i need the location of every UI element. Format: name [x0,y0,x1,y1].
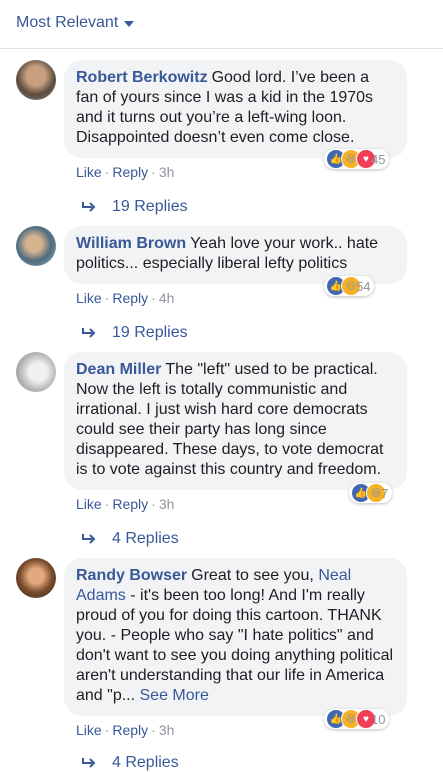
reply-link[interactable]: Reply [112,290,148,306]
sort-label: Most Relevant [16,14,119,31]
reply-arrow-icon [82,328,96,338]
like-link[interactable]: Like [76,290,102,306]
comment-author[interactable]: Randy Bowser [76,567,187,584]
comment-actions: Like · Reply · 3h [76,722,175,738]
reactions-summary[interactable]: 👍 😆 7 [349,483,393,503]
like-link[interactable]: Like [76,722,102,738]
like-link[interactable]: Like [76,496,102,512]
comment-actions: Like · Reply · 3h [76,164,175,180]
reply-link[interactable]: Reply [112,164,148,180]
reactions-summary[interactable]: 👍 😢 54 [324,276,375,296]
comment-actions: Like · Reply · 4h [76,290,175,306]
see-more-link[interactable]: See More [140,687,209,704]
reply-link[interactable]: Reply [112,496,148,512]
comment-actions: Like · Reply · 3h [76,496,175,512]
view-replies[interactable]: 4 Replies [82,530,179,548]
divider [0,48,443,49]
reply-arrow-icon [82,202,96,212]
replies-label: 19 Replies [112,324,188,341]
reaction-count: 54 [356,278,371,294]
reaction-count: 7 [381,485,389,501]
like-link[interactable]: Like [76,164,102,180]
comment-author[interactable]: Dean Miller [76,361,161,378]
comment-text-cont: - it's been too long! And I'm really pro… [76,587,394,704]
sort-dropdown[interactable]: Most Relevant [16,14,135,32]
timestamp[interactable]: 4h [159,290,175,306]
reactions-summary[interactable]: 👍 😆 ♥ 10 [324,709,390,729]
timestamp[interactable]: 3h [159,496,175,512]
avatar[interactable] [16,352,56,392]
replies-label: 19 Replies [112,198,188,215]
replies-label: 4 Replies [112,530,179,547]
reply-arrow-icon [82,758,96,768]
comment-text: Great to see you, [191,567,319,584]
reply-link[interactable]: Reply [112,722,148,738]
comment-bubble: Robert Berkowitz Good lord. I’ve been a f… [64,60,407,158]
reactions-summary[interactable]: 👍 😆 ♥ 45 [324,149,390,169]
avatar[interactable] [16,60,56,100]
view-replies[interactable]: 19 Replies [82,198,188,216]
timestamp[interactable]: 3h [159,722,175,738]
timestamp[interactable]: 3h [159,164,175,180]
comment-author[interactable]: Robert Berkowitz [76,69,208,86]
comment-bubble: Randy Bowser Great to see you, Neal Adams… [64,558,407,716]
reaction-count: 10 [371,711,386,727]
view-replies[interactable]: 4 Replies [82,754,179,772]
reply-arrow-icon [82,534,96,544]
avatar[interactable] [16,558,56,598]
view-replies[interactable]: 19 Replies [82,324,188,342]
comment-text: The "left" used to be practical. Now the… [76,361,384,478]
replies-label: 4 Replies [112,754,179,771]
comment-bubble: Dean Miller The "left" used to be practic… [64,352,407,490]
reaction-count: 45 [371,151,386,167]
comment-author[interactable]: William Brown [76,235,186,252]
avatar[interactable] [16,226,56,266]
caret-down-icon [124,21,135,27]
